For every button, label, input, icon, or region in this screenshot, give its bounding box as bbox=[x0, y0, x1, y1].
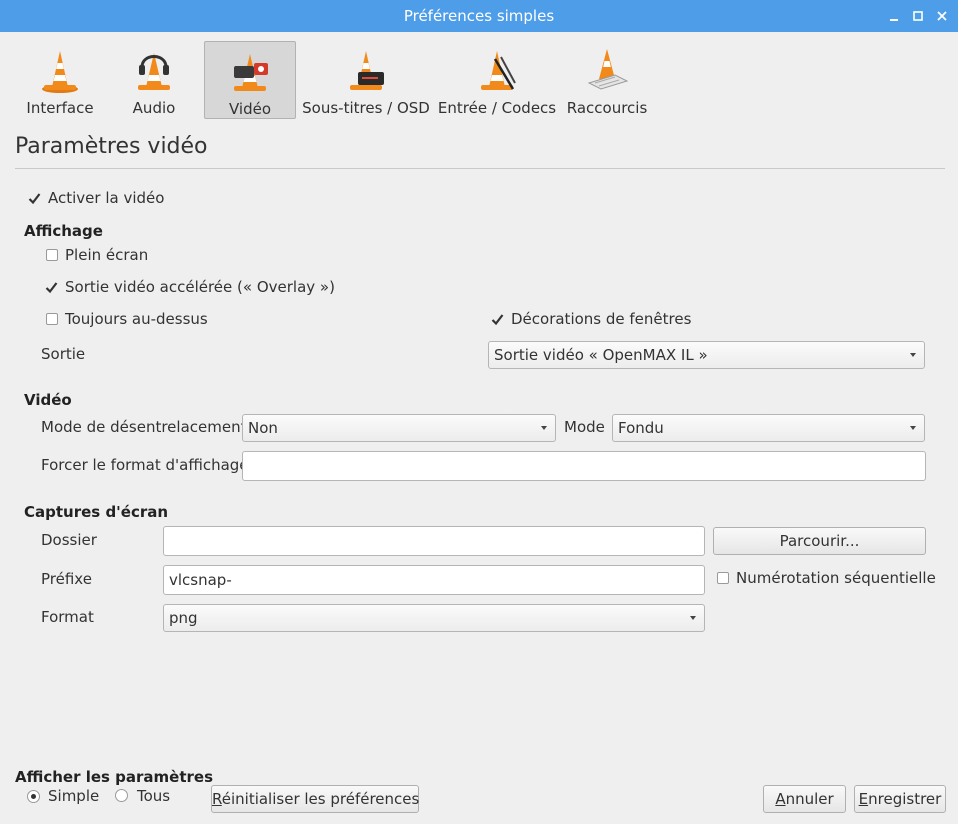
close-icon[interactable] bbox=[932, 6, 952, 26]
cancel-button[interactable]: Annuler bbox=[763, 785, 846, 813]
video-group-title: Vidéo bbox=[24, 391, 72, 409]
tab-label: Raccourcis bbox=[566, 99, 648, 117]
vlc-cone-headphones-icon bbox=[138, 53, 170, 90]
simple-radio[interactable] bbox=[27, 790, 40, 803]
aspect-ratio-input[interactable] bbox=[242, 451, 926, 481]
fullscreen-checkbox[interactable] bbox=[46, 249, 58, 261]
tab-audio[interactable]: Audio bbox=[118, 41, 190, 119]
display-group-title: Affichage bbox=[24, 222, 103, 240]
tab-video[interactable]: Vidéo bbox=[204, 41, 296, 119]
tab-interface[interactable]: Interface bbox=[22, 41, 98, 119]
tab-subtitles-osd[interactable]: Sous-titres / OSD bbox=[302, 41, 430, 119]
reset-preferences-button[interactable]: Réinitialiser les préférences bbox=[211, 785, 419, 813]
prefix-label: Préfixe bbox=[41, 570, 92, 588]
cancel-label: nnuler bbox=[785, 790, 834, 808]
chevron-down-icon bbox=[910, 426, 916, 430]
folder-label: Dossier bbox=[41, 531, 97, 549]
deinterlace-select-value: Non bbox=[248, 419, 278, 437]
fullscreen-label: Plein écran bbox=[65, 246, 149, 264]
window-title: Préférences simples bbox=[403, 7, 555, 25]
chevron-down-icon bbox=[690, 616, 696, 620]
output-label: Sortie bbox=[41, 345, 86, 363]
always-on-top-checkbox[interactable] bbox=[46, 313, 58, 325]
vlc-cone-cables-icon bbox=[481, 51, 516, 90]
minimize-icon[interactable] bbox=[884, 6, 904, 26]
output-select[interactable]: Sortie vidéo « OpenMAX IL » bbox=[488, 341, 925, 369]
always-on-top-label: Toujours au-dessus bbox=[65, 310, 208, 328]
snapshots-group-title: Captures d'écran bbox=[24, 503, 169, 521]
all-radio-label: Tous bbox=[137, 787, 171, 805]
deinterlace-label: Mode de désentrelacement bbox=[41, 418, 247, 436]
browse-button[interactable]: Parcourir... bbox=[713, 527, 926, 555]
window-decorations-checkbox[interactable] bbox=[491, 313, 504, 326]
maximize-icon[interactable] bbox=[908, 6, 928, 26]
title-bar: Préférences simples bbox=[0, 0, 958, 32]
mode-label: Mode bbox=[564, 418, 605, 436]
overlay-checkbox[interactable] bbox=[45, 281, 58, 294]
save-button[interactable]: Enregistrer bbox=[854, 785, 946, 813]
tab-label: Vidéo bbox=[228, 100, 272, 118]
page-title: Paramètres vidéo bbox=[15, 134, 208, 159]
tab-label: Audio bbox=[132, 99, 176, 117]
overlay-label: Sortie vidéo accélérée (« Overlay ») bbox=[65, 278, 335, 296]
reset-mnemonic: R bbox=[212, 790, 222, 808]
format-label: Format bbox=[41, 608, 94, 626]
cancel-mnemonic: A bbox=[775, 790, 786, 808]
enable-video-label: Activer la vidéo bbox=[48, 189, 165, 207]
show-settings-title: Afficher les paramètres bbox=[15, 768, 214, 786]
chevron-down-icon bbox=[541, 426, 547, 430]
save-label: nregistrer bbox=[868, 790, 942, 808]
tab-label: Sous-titres / OSD bbox=[302, 99, 430, 117]
window-decorations-label: Décorations de fenêtres bbox=[511, 310, 692, 328]
deinterlace-select[interactable]: Non bbox=[242, 414, 556, 442]
deinterlace-mode-select[interactable]: Fondu bbox=[612, 414, 925, 442]
vlc-cone-keyboard-icon bbox=[587, 49, 629, 90]
deinterlace-mode-value: Fondu bbox=[618, 419, 664, 437]
reset-label: éinitialiser les préférences bbox=[221, 790, 420, 808]
tab-input-codecs[interactable]: Entrée / Codecs bbox=[437, 41, 557, 119]
vlc-cone-subtitles-icon bbox=[350, 51, 384, 90]
snapshot-format-select[interactable]: png bbox=[163, 604, 705, 632]
sequential-numbering-checkbox[interactable] bbox=[717, 572, 729, 584]
all-radio[interactable] bbox=[115, 789, 128, 802]
enable-video-checkbox[interactable] bbox=[28, 192, 41, 205]
divider bbox=[15, 168, 945, 169]
snapshot-prefix-input[interactable]: vlcsnap- bbox=[163, 565, 705, 595]
vlc-cone-icon bbox=[42, 51, 78, 93]
tab-label: Entrée / Codecs bbox=[437, 99, 557, 117]
vlc-cone-video-icon bbox=[234, 54, 268, 91]
save-mnemonic: E bbox=[858, 790, 869, 808]
snapshot-format-value: png bbox=[169, 609, 198, 627]
aspect-ratio-label: Forcer le format d'affichage bbox=[41, 456, 249, 474]
tab-label: Interface bbox=[26, 99, 94, 117]
sequential-numbering-label: Numérotation séquentielle bbox=[736, 569, 936, 587]
chevron-down-icon bbox=[910, 353, 916, 357]
output-select-value: Sortie vidéo « OpenMAX IL » bbox=[494, 346, 708, 364]
simple-radio-label: Simple bbox=[48, 787, 100, 805]
tab-shortcuts[interactable]: Raccourcis bbox=[564, 41, 650, 119]
snapshot-folder-input[interactable] bbox=[163, 526, 705, 556]
